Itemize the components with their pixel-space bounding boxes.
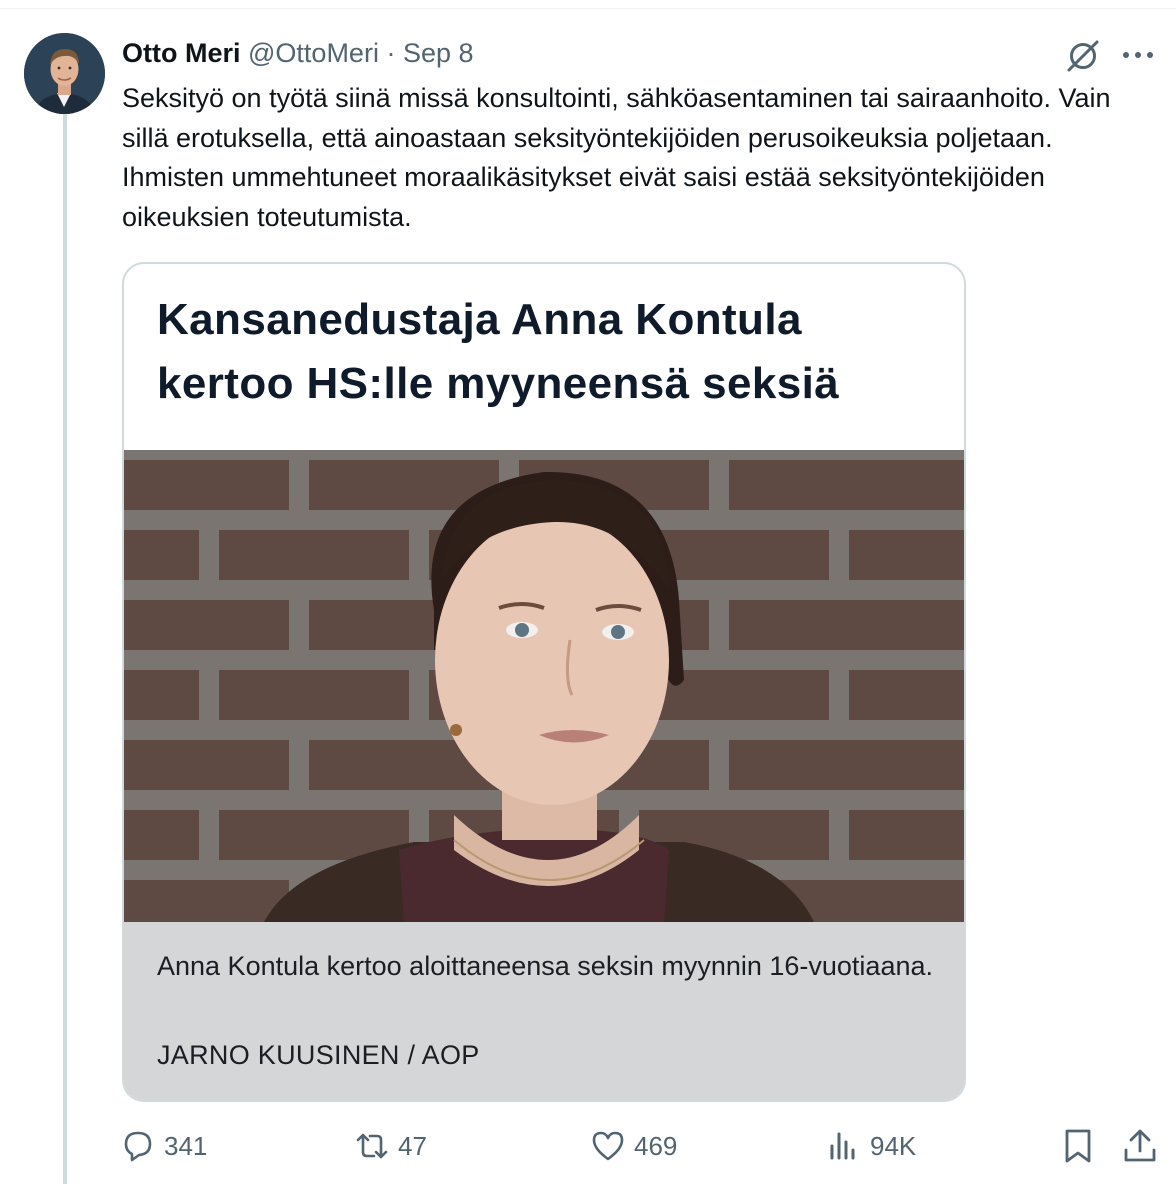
card-caption-area: Anna Kontula kertoo aloittaneensa seksin… [124, 922, 964, 1100]
repost-icon [356, 1133, 388, 1159]
header-separator: · [386, 38, 396, 68]
bookmark-icon[interactable] [1058, 1126, 1098, 1166]
card-headline-line-1: Kansanedustaja Anna Kontula [157, 295, 802, 344]
grok-icon[interactable] [1064, 37, 1102, 75]
tweet-header: Otto Meri @OttoMeri · Sep 8 [122, 36, 474, 70]
tweet-text: Seksityö on työtä siinä missä konsultoin… [122, 83, 1111, 232]
author-handle[interactable]: @OttoMeri [248, 38, 379, 68]
card-caption: Anna Kontula kertoo aloittaneensa seksin… [157, 951, 933, 981]
thread-connector-line [63, 112, 67, 1184]
views-icon [830, 1132, 855, 1160]
like-count: 469 [634, 1130, 678, 1161]
card-photo [124, 450, 964, 922]
tweet-date[interactable]: Sep 8 [403, 38, 474, 68]
repost-button[interactable]: 47 [354, 1124, 427, 1168]
article-card[interactable]: Kansanedustaja Anna Kontula kertoo HS:ll… [122, 262, 966, 1102]
card-photo-credit: JARNO KUUSINEN / AOP [157, 1040, 480, 1070]
reply-count: 341 [164, 1130, 208, 1161]
card-headline-line-2: kertoo HS:lle myyneensä seksiä [157, 359, 840, 408]
reply-icon [124, 1131, 152, 1162]
card-headline: Kansanedustaja Anna Kontula kertoo HS:ll… [157, 288, 947, 416]
share-icon[interactable] [1120, 1126, 1160, 1166]
author-display-name[interactable]: Otto Meri [122, 38, 241, 68]
heart-icon [592, 1131, 624, 1161]
reply-button[interactable]: 341 [120, 1124, 207, 1168]
views-button[interactable]: 94K [826, 1124, 916, 1168]
avatar[interactable] [24, 33, 105, 114]
repost-count: 47 [398, 1130, 427, 1161]
views-count: 94K [870, 1130, 917, 1161]
like-button[interactable]: 469 [590, 1124, 677, 1168]
avatar-image [24, 33, 105, 114]
more-icon[interactable] [1118, 45, 1158, 65]
top-divider [0, 8, 1176, 9]
